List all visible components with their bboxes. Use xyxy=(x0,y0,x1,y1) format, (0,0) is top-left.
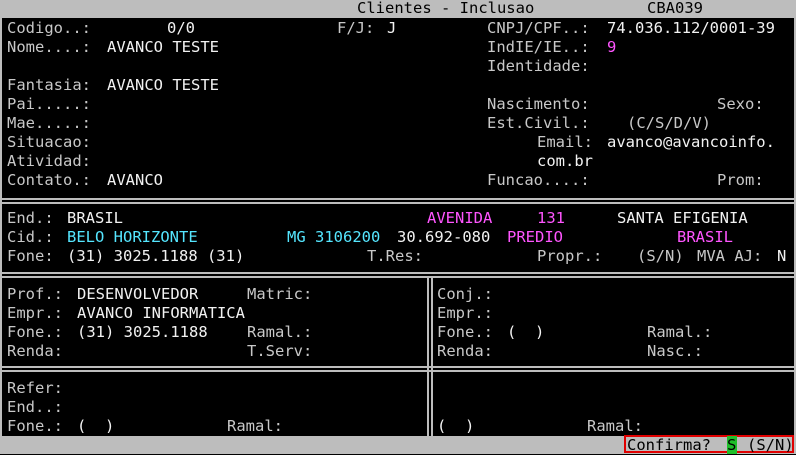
window-title: Clientes - Inclusao xyxy=(357,0,535,17)
tres-label: T.Res: xyxy=(367,247,423,265)
tserv-label: T.Serv: xyxy=(247,342,313,360)
divider xyxy=(0,370,796,372)
work-fone-label: Fone.: xyxy=(7,323,63,341)
situacao-label: Situacao: xyxy=(7,133,91,151)
end-field[interactable]: BRASIL xyxy=(67,209,123,228)
conj-fone-field[interactable]: ( ) xyxy=(507,323,544,342)
propr-label: Propr.: xyxy=(537,247,603,265)
divider xyxy=(0,276,796,278)
identidade-label: Identidade: xyxy=(487,57,590,75)
estcivil-options: (C/S/D/V) xyxy=(627,114,711,132)
nome-label: Nome....: xyxy=(7,38,91,56)
estcivil-label: Est.Civil.: xyxy=(487,114,590,132)
end-label: End.: xyxy=(7,209,54,227)
divider xyxy=(0,202,796,204)
contato-label: Contato.: xyxy=(7,171,91,189)
conj-fone-label: Fone.: xyxy=(437,323,493,341)
cnpj-field[interactable]: 74.036.112/0001-39 xyxy=(607,19,775,38)
indie-field[interactable]: 9 xyxy=(607,38,616,57)
logradouro-tipo-field[interactable]: AVENIDA xyxy=(427,209,492,228)
confirm-input[interactable]: S xyxy=(727,436,737,454)
uf-codigo-field[interactable]: MG 3106200 xyxy=(287,228,380,247)
conj-nasc-label: Nasc.: xyxy=(647,342,703,360)
conj-ramal-label: Ramal.: xyxy=(647,323,713,341)
conj-label: Conj.: xyxy=(437,285,493,303)
work-ramal-label: Ramal.: xyxy=(247,323,313,341)
title-bar: Clientes - Inclusao CBA039 xyxy=(0,0,796,18)
funcao-label: Funcao....: xyxy=(487,171,590,189)
mva-label: MVA AJ: xyxy=(697,247,763,265)
fone-field[interactable]: (31) 3025.1188 (31) xyxy=(67,247,244,266)
fj-field[interactable]: J xyxy=(387,19,396,38)
mae-label: Mae.....: xyxy=(7,114,91,132)
numero-field[interactable]: 131 xyxy=(537,209,565,228)
complemento-field[interactable]: PREDIO xyxy=(507,228,563,247)
sexo-label: Sexo: xyxy=(717,95,764,113)
column-divider xyxy=(427,277,429,436)
renda-label: Renda: xyxy=(7,342,63,360)
confirm-label: Confirma? xyxy=(627,436,711,454)
left-border xyxy=(0,18,2,436)
cid-label: Cid.: xyxy=(7,228,54,246)
empr-label: Empr.: xyxy=(7,304,63,322)
pai-label: Pai.....: xyxy=(7,95,91,113)
cep-field[interactable]: 30.692-080 xyxy=(397,228,490,247)
refer-ramal-label: Ramal: xyxy=(227,417,283,435)
email-field[interactable]: avanco@avancoinfo. xyxy=(607,133,775,152)
column-divider xyxy=(431,277,433,436)
email-label: Email: xyxy=(537,133,593,151)
prof-field[interactable]: DESENVOLVEDOR xyxy=(77,285,198,304)
mva-field[interactable]: N xyxy=(777,247,786,266)
refer-fone-label: Fone.: xyxy=(7,417,63,435)
codigo-label: Codigo..: xyxy=(7,19,91,37)
empr-field[interactable]: AVANCO INFORMATICA xyxy=(77,304,245,323)
indie-label: IndIE/IE..: xyxy=(487,38,590,56)
refer-fone-field[interactable]: ( ) xyxy=(77,417,114,436)
conj-renda-label: Renda: xyxy=(437,342,493,360)
divider xyxy=(0,366,796,368)
confirm-options: (S/N) xyxy=(747,436,794,454)
email-field-continued[interactable]: com.br xyxy=(537,152,593,171)
refer2-fone-field[interactable]: ( ) xyxy=(437,417,474,436)
work-fone-field[interactable]: (31) 3025.1188 xyxy=(77,323,208,342)
fj-label: F/J: xyxy=(337,19,375,37)
nome-field[interactable]: AVANCO TESTE xyxy=(107,38,219,57)
pais-field[interactable]: BRASIL xyxy=(677,228,733,247)
propr-options: (S/N) xyxy=(637,247,684,265)
contato-field[interactable]: AVANCO xyxy=(107,171,163,190)
prom-label: Prom: xyxy=(717,171,764,189)
refer-label: Refer: xyxy=(7,379,63,397)
cidade-field[interactable]: BELO HORIZONTE xyxy=(67,228,198,247)
refer-end-label: End..: xyxy=(7,398,63,416)
cnpj-label: CNPJ/CPF..: xyxy=(487,19,590,37)
fone-label: Fone: xyxy=(7,247,54,265)
conj-empr-label: Empr.: xyxy=(437,304,493,322)
bairro-field[interactable]: SANTA EFIGENIA xyxy=(617,209,748,228)
refer2-ramal-label: Ramal: xyxy=(587,417,643,435)
fantasia-label: Fantasia: xyxy=(7,76,91,94)
nascimento-label: Nascimento: xyxy=(487,95,590,113)
screen-code: CBA039 xyxy=(647,0,703,17)
atividade-label: Atividad: xyxy=(7,152,91,170)
matric-label: Matric: xyxy=(247,285,313,303)
divider xyxy=(0,272,796,274)
fantasia-field[interactable]: AVANCO TESTE xyxy=(107,76,219,95)
prof-label: Prof.: xyxy=(7,285,63,303)
divider xyxy=(0,198,796,200)
codigo-field[interactable]: 0/0 xyxy=(167,19,195,38)
